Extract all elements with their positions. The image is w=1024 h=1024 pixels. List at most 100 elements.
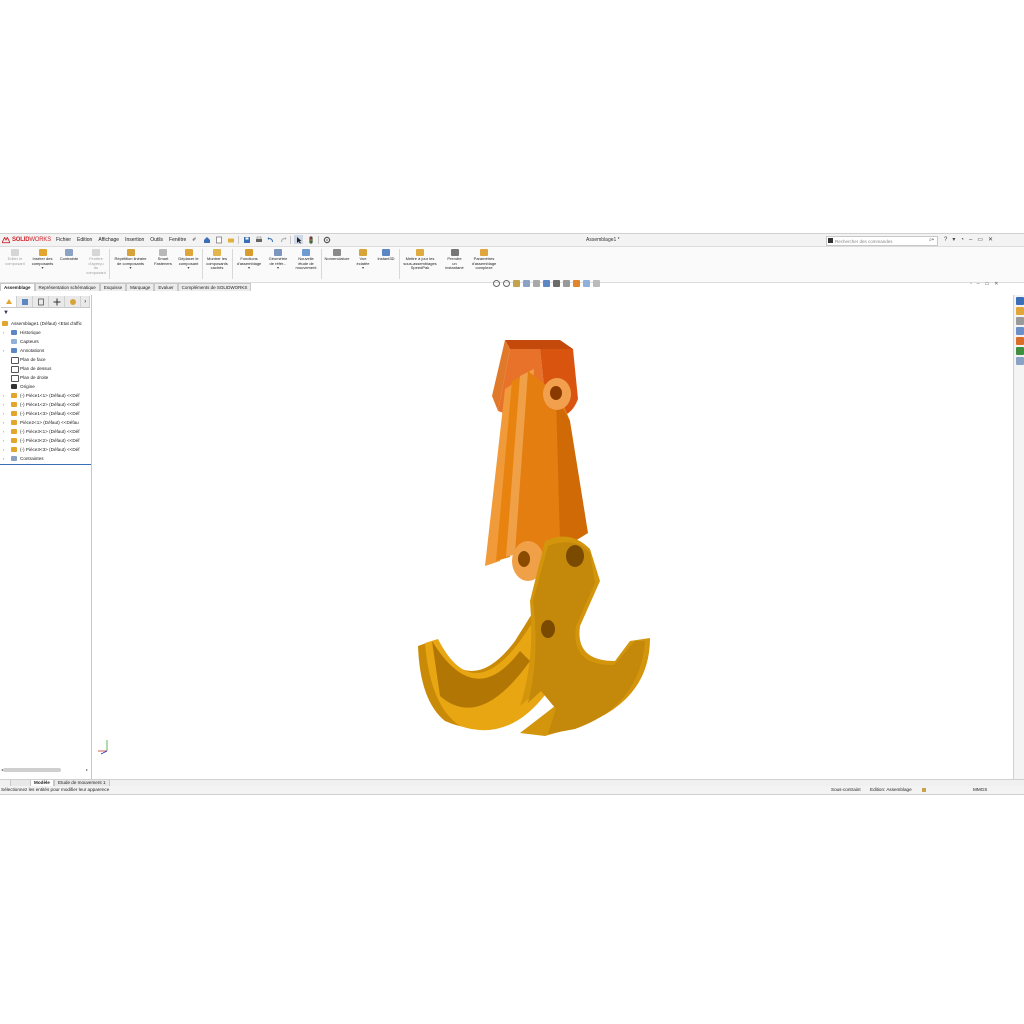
new-motion-study-button[interactable]: Nouvelle étude de mouvement bbox=[292, 249, 320, 271]
help-icon[interactable]: ? bbox=[944, 236, 947, 244]
user-icon[interactable]: ◔ bbox=[960, 236, 964, 244]
file-explorer-icon[interactable] bbox=[1015, 317, 1024, 325]
solidworks-logo[interactable]: SOLIDWORKS bbox=[2, 236, 51, 244]
tab-representation-schematique[interactable]: Représentation schématique bbox=[34, 283, 100, 291]
tree-item[interactable]: › Contraintes bbox=[0, 454, 91, 463]
tree-item[interactable]: Plan de droite bbox=[0, 373, 91, 382]
options-gear-icon[interactable] bbox=[322, 235, 331, 244]
reference-geometry-button[interactable]: Géométrie de référ... ▾ bbox=[265, 249, 291, 271]
tab-esquisse[interactable]: Esquisse bbox=[99, 283, 127, 291]
expand-arrow-icon[interactable]: › bbox=[3, 454, 4, 463]
pin-menu-icon[interactable]: ✐ bbox=[192, 237, 196, 243]
dropdown-arrow-icon[interactable]: ▾ bbox=[110, 266, 151, 271]
tree-item[interactable]: › (-) Pièce1<2> (Défaut) <<Déf bbox=[0, 400, 91, 409]
tab-marquage[interactable]: Marquage bbox=[126, 283, 155, 291]
rollback-bar[interactable] bbox=[0, 464, 91, 465]
hide-show-items-icon[interactable] bbox=[563, 280, 570, 287]
move-component-button[interactable]: Déplacer le composant ▾ bbox=[175, 249, 202, 271]
edit-appearance-icon[interactable] bbox=[573, 280, 580, 287]
expand-arrow-icon[interactable]: › bbox=[3, 391, 4, 400]
mate-button[interactable]: Contrainte bbox=[57, 249, 81, 262]
dimxpert-tab-icon[interactable] bbox=[49, 296, 66, 307]
menu-fichier[interactable]: Fichier bbox=[56, 237, 71, 243]
unit-system[interactable]: MMGS bbox=[973, 786, 987, 794]
update-speedpak-button[interactable]: Mettre à jour les sous-assemblages Speed… bbox=[400, 249, 440, 271]
help-dropdown-icon[interactable]: ▾ bbox=[952, 236, 955, 244]
minimize-icon[interactable]: – bbox=[969, 236, 972, 244]
search-icon[interactable]: ⌕▾ bbox=[929, 237, 934, 243]
tree-item[interactable]: Capteurs bbox=[0, 337, 91, 346]
menu-edition[interactable]: Edition bbox=[77, 237, 92, 243]
solidworks-resources-icon[interactable] bbox=[1015, 297, 1024, 305]
zoom-area-icon[interactable] bbox=[503, 280, 510, 287]
tree-item[interactable]: › (-) Pièce3<3> (Défaut) <<Déf bbox=[0, 445, 91, 454]
tree-item[interactable]: › (-) Pièce3<2> (Défaut) <<Déf bbox=[0, 436, 91, 445]
custom-properties-icon[interactable] bbox=[1015, 347, 1024, 355]
dropdown-arrow-icon[interactable]: ▾ bbox=[353, 266, 373, 271]
expand-arrow-icon[interactable]: › bbox=[3, 418, 4, 427]
expand-arrow-icon[interactable]: › bbox=[3, 328, 4, 337]
dropdown-arrow-icon[interactable]: ▾ bbox=[234, 266, 264, 271]
panel-more-icon[interactable]: › bbox=[81, 296, 91, 307]
tab-evaluer[interactable]: Evaluer bbox=[154, 283, 178, 291]
command-search-input[interactable]: Rechercher des commandes ⌕▾ bbox=[826, 236, 938, 246]
assembly-features-button[interactable]: Fonctions d'assemblage ▾ bbox=[234, 249, 264, 271]
graphics-area[interactable] bbox=[92, 292, 1012, 778]
tree-item[interactable]: › (-) Pièce3<1> (Défaut) <<Déf bbox=[0, 427, 91, 436]
menu-outils[interactable]: Outils bbox=[150, 237, 163, 243]
property-manager-tab-icon[interactable] bbox=[17, 296, 34, 307]
traffic-light-icon[interactable] bbox=[306, 235, 315, 244]
bill-of-materials-button[interactable]: Nomenclature bbox=[322, 249, 352, 262]
linear-component-pattern-button[interactable]: Répétition linéaire de composants ▾ bbox=[110, 249, 151, 271]
dropdown-arrow-icon[interactable]: ▾ bbox=[265, 266, 291, 271]
section-view-icon[interactable] bbox=[523, 280, 530, 287]
display-style-icon[interactable] bbox=[553, 280, 560, 287]
tab-assemblage[interactable]: Assemblage bbox=[0, 283, 35, 291]
display-manager-tab-icon[interactable] bbox=[65, 296, 82, 307]
close-icon[interactable]: ✕ bbox=[988, 236, 993, 244]
previous-view-icon[interactable] bbox=[513, 280, 520, 287]
menu-affichage[interactable]: Affichage bbox=[98, 237, 119, 243]
expand-arrow-icon[interactable]: › bbox=[3, 436, 4, 445]
undo-icon[interactable] bbox=[266, 235, 275, 244]
new-document-icon[interactable] bbox=[214, 235, 223, 244]
expand-arrow-icon[interactable]: › bbox=[3, 400, 4, 409]
tree-item[interactable]: Plan de dessus bbox=[0, 364, 91, 373]
dropdown-arrow-icon[interactable]: ▾ bbox=[175, 266, 202, 271]
tree-item[interactable]: Origine bbox=[0, 382, 91, 391]
menu-fenetre[interactable]: Fenêtre bbox=[169, 237, 186, 243]
viewport-minimize-icon[interactable]: – bbox=[977, 281, 980, 287]
open-folder-icon[interactable] bbox=[226, 235, 235, 244]
expand-arrow-icon[interactable]: › bbox=[3, 445, 4, 454]
take-snapshot-button[interactable]: Prendre un instantané bbox=[442, 249, 467, 271]
show-hidden-components-button[interactable]: Montrer les composants cachés bbox=[203, 249, 231, 271]
feature-manager-tab-icon[interactable] bbox=[1, 296, 18, 307]
save-icon[interactable] bbox=[242, 235, 251, 244]
viewport-close-icon[interactable]: ✕ bbox=[994, 281, 998, 287]
tree-item[interactable]: › Historique bbox=[0, 328, 91, 337]
large-assembly-settings-button[interactable]: Paramètres d'assemblage complexe bbox=[468, 249, 500, 271]
select-icon[interactable] bbox=[294, 235, 303, 244]
scroll-right-icon[interactable]: ▸ bbox=[86, 767, 88, 772]
forum-icon[interactable] bbox=[1015, 357, 1024, 365]
apply-scene-icon[interactable] bbox=[583, 280, 590, 287]
print-icon[interactable] bbox=[254, 235, 263, 244]
zoom-to-fit-icon[interactable] bbox=[493, 280, 500, 287]
dropdown-arrow-icon[interactable]: ▾ bbox=[29, 266, 56, 271]
tree-item[interactable]: Plan de face bbox=[0, 355, 91, 364]
menu-insertion[interactable]: Insertion bbox=[125, 237, 144, 243]
scroll-left-icon[interactable]: ◂ bbox=[1, 767, 3, 772]
expand-arrow-icon[interactable]: › bbox=[3, 427, 4, 436]
design-library-icon[interactable] bbox=[1015, 307, 1024, 315]
tree-item[interactable]: › Annotations bbox=[0, 346, 91, 355]
expand-arrow-icon[interactable]: › bbox=[3, 346, 4, 355]
instant3d-button[interactable]: Instant3D bbox=[374, 249, 398, 262]
panel-horizontal-scrollbar[interactable] bbox=[3, 768, 61, 772]
home-icon[interactable] bbox=[202, 235, 211, 244]
configuration-manager-tab-icon[interactable] bbox=[33, 296, 50, 307]
component-preview-window-button[interactable]: Fenêtre d'aperçu du composant bbox=[84, 249, 108, 275]
insert-components-button[interactable]: Insérer des composants ▾ bbox=[29, 249, 56, 271]
exploded-view-button[interactable]: Vue éclatée ▾ bbox=[353, 249, 373, 271]
restore-icon[interactable]: ▭ bbox=[977, 236, 983, 244]
tree-item[interactable]: Assemblage1 (Défaut) <Etat d'affic bbox=[0, 319, 91, 328]
